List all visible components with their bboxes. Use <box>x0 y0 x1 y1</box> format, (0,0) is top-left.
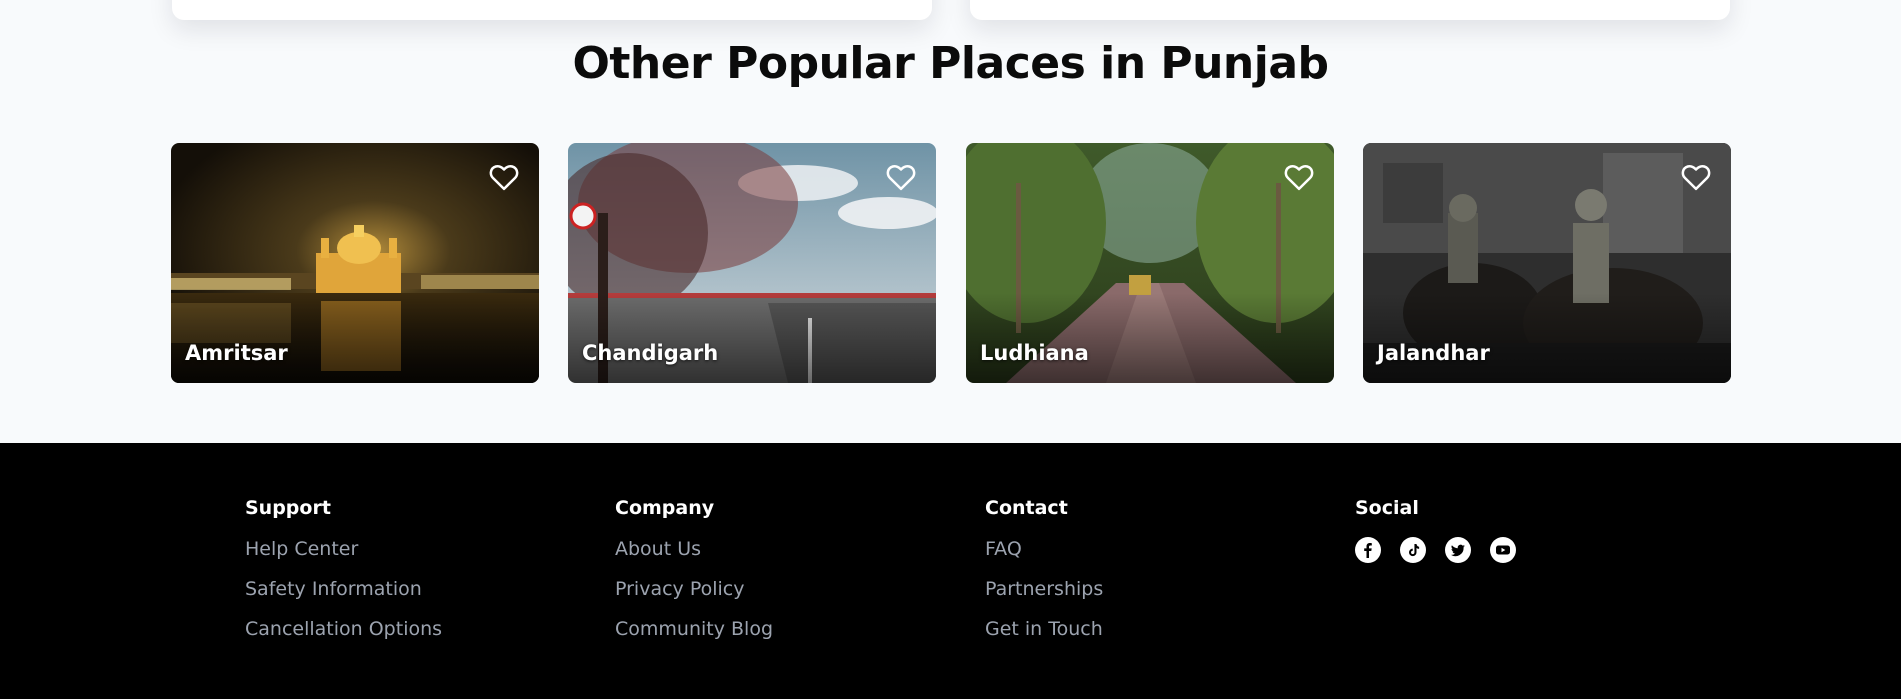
heart-icon[interactable] <box>489 163 519 191</box>
place-name: Jalandhar <box>1377 341 1490 365</box>
safety-information-link[interactable]: Safety Information <box>245 577 442 602</box>
partnerships-link[interactable]: Partnerships <box>985 577 1103 602</box>
heart-icon[interactable] <box>886 163 916 191</box>
place-name: Chandigarh <box>582 341 719 365</box>
tiktok-icon[interactable] <box>1400 537 1426 563</box>
place-card-jalandhar[interactable]: Jalandhar <box>1363 143 1731 383</box>
footer-heading: Support <box>245 497 331 519</box>
footer-support: Support Help Center Safety Information C… <box>245 497 442 657</box>
card-gradient <box>171 293 539 383</box>
privacy-policy-link[interactable]: Privacy Policy <box>615 577 773 602</box>
help-center-link[interactable]: Help Center <box>245 537 442 562</box>
site-footer: Support Help Center Safety Information C… <box>0 443 1901 699</box>
footer-heading: Company <box>615 497 715 519</box>
previous-section-edge <box>0 0 1901 30</box>
card-gradient <box>966 293 1334 383</box>
place-name: Ludhiana <box>980 341 1089 365</box>
footer-social: Social <box>1355 497 1516 563</box>
facebook-icon[interactable] <box>1355 537 1381 563</box>
section-title: Other Popular Places in Punjab <box>572 38 1329 89</box>
footer-heading: Contact <box>985 497 1068 519</box>
cancellation-options-link[interactable]: Cancellation Options <box>245 617 442 642</box>
previous-card-left <box>172 0 932 20</box>
heart-icon[interactable] <box>1681 163 1711 191</box>
place-card-amritsar[interactable]: Amritsar <box>171 143 539 383</box>
places-grid: Amritsar Chandigarh Ludhiana Jalandhar <box>171 143 1731 383</box>
footer-company: Company About Us Privacy Policy Communit… <box>615 497 773 657</box>
previous-card-right <box>970 0 1730 20</box>
heart-icon[interactable] <box>1284 163 1314 191</box>
social-links <box>1355 537 1516 563</box>
place-card-ludhiana[interactable]: Ludhiana <box>966 143 1334 383</box>
twitter-icon[interactable] <box>1445 537 1471 563</box>
community-blog-link[interactable]: Community Blog <box>615 617 773 642</box>
footer-contact: Contact FAQ Partnerships Get in Touch <box>985 497 1103 657</box>
footer-heading: Social <box>1355 497 1419 519</box>
place-name: Amritsar <box>185 341 288 365</box>
about-us-link[interactable]: About Us <box>615 537 773 562</box>
faq-link[interactable]: FAQ <box>985 537 1103 562</box>
youtube-icon[interactable] <box>1490 537 1516 563</box>
get-in-touch-link[interactable]: Get in Touch <box>985 617 1103 642</box>
card-gradient <box>568 293 936 383</box>
card-gradient <box>1363 293 1731 383</box>
place-card-chandigarh[interactable]: Chandigarh <box>568 143 936 383</box>
